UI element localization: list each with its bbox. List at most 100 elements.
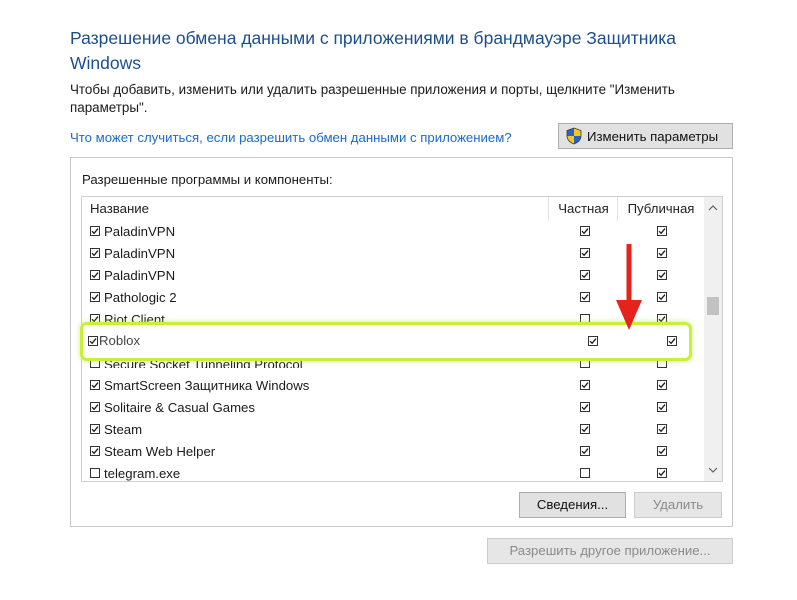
- checkmark-icon: [91, 448, 99, 455]
- private-checkbox[interactable]: [588, 336, 598, 346]
- checkmark-icon: [91, 228, 99, 235]
- app-name-label: Steam Web Helper: [104, 444, 216, 459]
- allow-other-app-button: Разрешить другое приложение...: [487, 538, 733, 564]
- uac-shield-icon: [566, 127, 582, 145]
- scroll-down-button[interactable]: [704, 461, 722, 479]
- public-checkbox[interactable]: [657, 380, 667, 390]
- public-checkbox[interactable]: [657, 270, 667, 280]
- enable-checkbox[interactable]: [90, 248, 100, 258]
- chevron-down-icon: [708, 467, 718, 473]
- column-header-name[interactable]: Название: [90, 197, 149, 221]
- checkmark-icon: [589, 338, 597, 345]
- list-row[interactable]: PaladinVPN: [82, 221, 704, 243]
- list-row[interactable]: SmartScreen Защитника Windows: [82, 375, 704, 397]
- help-link[interactable]: Что может случиться, если разрешить обме…: [70, 130, 512, 145]
- enable-checkbox[interactable]: [90, 424, 100, 434]
- checkmark-icon: [668, 338, 676, 345]
- private-checkbox[interactable]: [580, 468, 590, 478]
- checkmark-icon: [581, 426, 589, 433]
- app-name-label: Steam: [104, 422, 143, 437]
- app-name-label: SmartScreen Защитника Windows: [104, 378, 310, 393]
- checkmark-icon: [581, 228, 589, 235]
- app-name-label: Secure Socket Tunneling Protocol: [104, 360, 303, 368]
- list-row[interactable]: telegram.exe: [82, 463, 704, 481]
- public-checkbox[interactable]: [657, 226, 667, 236]
- red-down-arrow-icon: [616, 244, 642, 330]
- enable-checkbox[interactable]: [90, 380, 100, 390]
- app-name-label: PaladinVPN: [104, 224, 176, 239]
- scroll-up-button[interactable]: [704, 199, 722, 217]
- private-checkbox[interactable]: [580, 270, 590, 280]
- checkmark-icon: [91, 272, 99, 279]
- checkmark-icon: [91, 294, 99, 301]
- chevron-up-icon: [708, 205, 718, 211]
- list-row[interactable]: Steam: [82, 419, 704, 441]
- public-checkbox[interactable]: [667, 336, 677, 346]
- public-checkbox[interactable]: [657, 424, 667, 434]
- app-name-label: Solitaire & Casual Games: [104, 400, 255, 415]
- private-checkbox[interactable]: [580, 402, 590, 412]
- list-header: Название Частная Публичная: [82, 197, 704, 221]
- list-row[interactable]: Steam Web Helper: [82, 441, 704, 463]
- highlighted-row-roblox[interactable]: Roblox: [88, 331, 688, 351]
- checkmark-icon: [91, 382, 99, 389]
- private-checkbox[interactable]: [580, 424, 590, 434]
- checkmark-icon: [658, 382, 666, 389]
- enable-checkbox[interactable]: [90, 270, 100, 280]
- app-name-label: PaladinVPN: [104, 268, 176, 283]
- public-checkbox[interactable]: [657, 446, 667, 456]
- checkmark-icon: [91, 250, 99, 257]
- checkmark-icon: [581, 294, 589, 301]
- checkmark-icon: [581, 272, 589, 279]
- enable-checkbox[interactable]: [90, 446, 100, 456]
- checkmark-icon: [658, 470, 666, 477]
- checkmark-icon: [581, 448, 589, 455]
- checkmark-icon: [658, 448, 666, 455]
- checkmark-icon: [581, 404, 589, 411]
- checkmark-icon: [658, 272, 666, 279]
- checkmark-icon: [658, 426, 666, 433]
- private-checkbox[interactable]: [580, 292, 590, 302]
- checkmark-icon: [658, 294, 666, 301]
- public-checkbox[interactable]: [657, 402, 667, 412]
- checkmark-icon: [658, 250, 666, 257]
- app-name-label: telegram.exe: [104, 466, 181, 481]
- checkmark-icon: [658, 404, 666, 411]
- public-checkbox[interactable]: [657, 292, 667, 302]
- checkmark-icon: [581, 250, 589, 257]
- page-description: Чтобы добавить, изменить или удалить раз…: [70, 82, 675, 115]
- column-header-public[interactable]: Публичная: [617, 197, 704, 221]
- change-settings-label: Изменить параметры: [587, 128, 719, 144]
- enable-checkbox[interactable]: [90, 226, 100, 236]
- list-row[interactable]: PaladinVPN: [82, 265, 704, 287]
- private-checkbox[interactable]: [580, 226, 590, 236]
- app-name-label: PaladinVPN: [104, 246, 176, 261]
- private-checkbox[interactable]: [580, 380, 590, 390]
- change-settings-button[interactable]: Изменить параметры: [558, 123, 733, 149]
- list-row[interactable]: Pathologic 2: [82, 287, 704, 309]
- allowed-apps-label: Разрешенные программы и компоненты:: [82, 172, 333, 187]
- delete-button: Удалить: [634, 492, 722, 518]
- private-checkbox[interactable]: [580, 248, 590, 258]
- enable-checkbox[interactable]: [90, 292, 100, 302]
- page-title: Разрешение обмена данными с приложениями…: [70, 28, 677, 73]
- checkmark-icon: [658, 228, 666, 235]
- list-row[interactable]: PaladinVPN: [82, 243, 704, 265]
- app-name-label: Roblox: [99, 333, 141, 348]
- checkmark-icon: [91, 404, 99, 411]
- enable-checkbox[interactable]: [90, 468, 100, 478]
- private-checkbox[interactable]: [580, 446, 590, 456]
- checkmark-icon: [91, 426, 99, 433]
- public-checkbox[interactable]: [657, 248, 667, 258]
- details-button[interactable]: Сведения...: [519, 492, 626, 518]
- vertical-scrollbar[interactable]: [704, 197, 722, 481]
- column-header-private[interactable]: Частная: [548, 197, 618, 221]
- list-row[interactable]: Solitaire & Casual Games: [82, 397, 704, 419]
- checkmark-icon: [581, 382, 589, 389]
- checkmark-icon: [89, 338, 97, 345]
- enable-checkbox[interactable]: [88, 336, 98, 346]
- enable-checkbox[interactable]: [90, 402, 100, 412]
- scroll-thumb[interactable]: [707, 297, 719, 315]
- public-checkbox[interactable]: [657, 468, 667, 478]
- app-name-label: Pathologic 2: [104, 290, 177, 305]
